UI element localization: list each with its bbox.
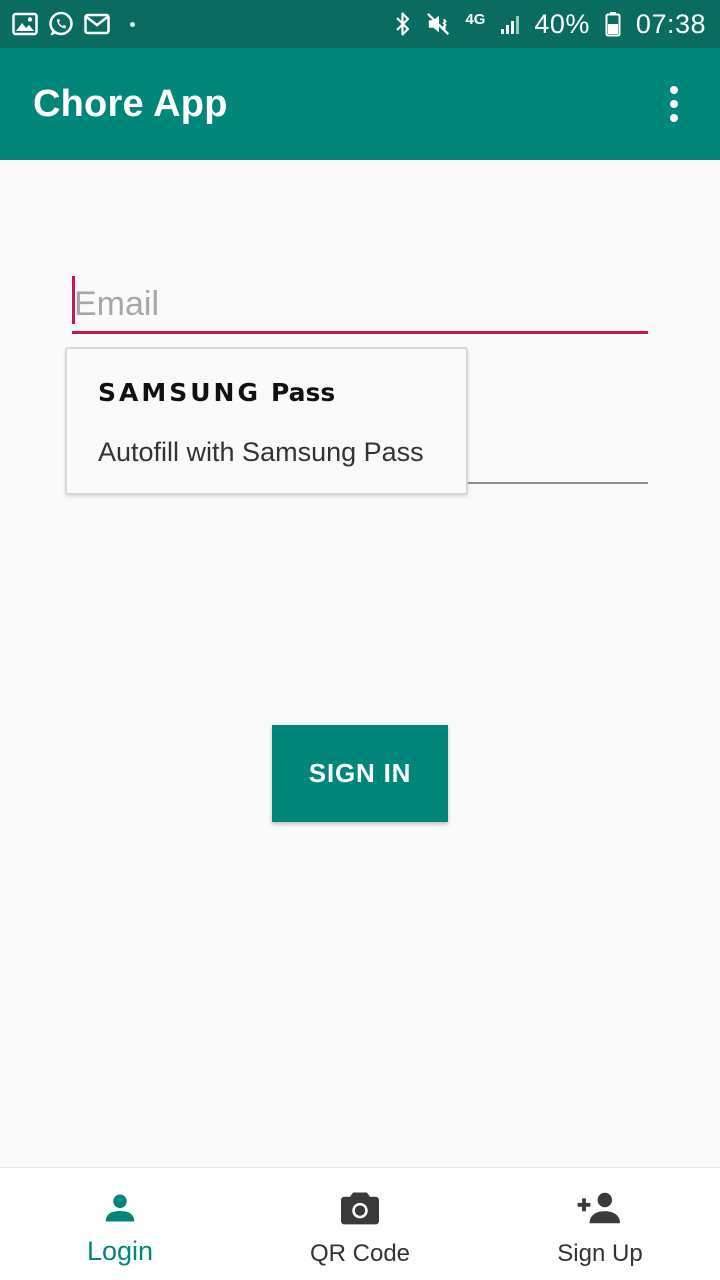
nav-item-login[interactable]: Login [0,1168,240,1280]
network-type-label: 4G [465,10,486,28]
status-bar: 4G 40% 07:38 [0,0,720,48]
email-input[interactable] [72,270,648,331]
autofill-action-label[interactable]: Autofill with Samsung Pass [98,437,424,468]
email-field[interactable] [72,270,648,334]
camera-icon [336,1186,384,1230]
dot-icon [130,21,135,27]
nav-item-sign-up[interactable]: Sign Up [480,1168,720,1280]
app-title: Chore App [33,82,228,125]
signal-icon [498,11,524,37]
bluetooth-icon [390,11,416,37]
text-cursor [72,276,75,324]
notification-icons [12,11,135,37]
more-vertical-icon-dot [670,100,678,108]
samsung-pass-autofill-popup[interactable]: SAMSUNG Pass Autofill with Samsung Pass [65,347,468,495]
more-vertical-icon-dot [670,114,678,122]
more-options-button[interactable] [656,74,692,134]
bottom-navigation: Login QR Code Sign Up [0,1167,720,1280]
4g-icon: 4G [462,11,488,37]
clock: 07:38 [635,8,706,39]
person-add-icon [576,1186,624,1230]
whatsapp-icon [48,11,74,37]
samsung-brand-text: SAMSUNG [98,378,261,407]
system-icons: 4G 40% 07:38 [390,9,706,40]
battery-icon [600,11,626,37]
app-bar: Chore App [0,48,720,160]
mute-vibrate-icon [426,11,452,37]
nav-label-login: Login [86,1236,154,1266]
nav-label-sign-up: Sign Up [557,1240,643,1267]
nav-item-qr-code[interactable]: QR Code [240,1168,480,1280]
samsung-pass-logo: SAMSUNG Pass [98,378,335,407]
battery-percent: 40% [534,8,590,39]
person-icon [96,1186,144,1230]
nav-label-qr-code: QR Code [309,1240,411,1267]
pass-brand-text: Pass [270,378,336,407]
mail-icon [84,11,110,37]
more-vertical-icon [670,86,678,94]
sign-in-button[interactable]: SIGN IN [272,725,448,822]
gallery-icon [12,11,38,37]
